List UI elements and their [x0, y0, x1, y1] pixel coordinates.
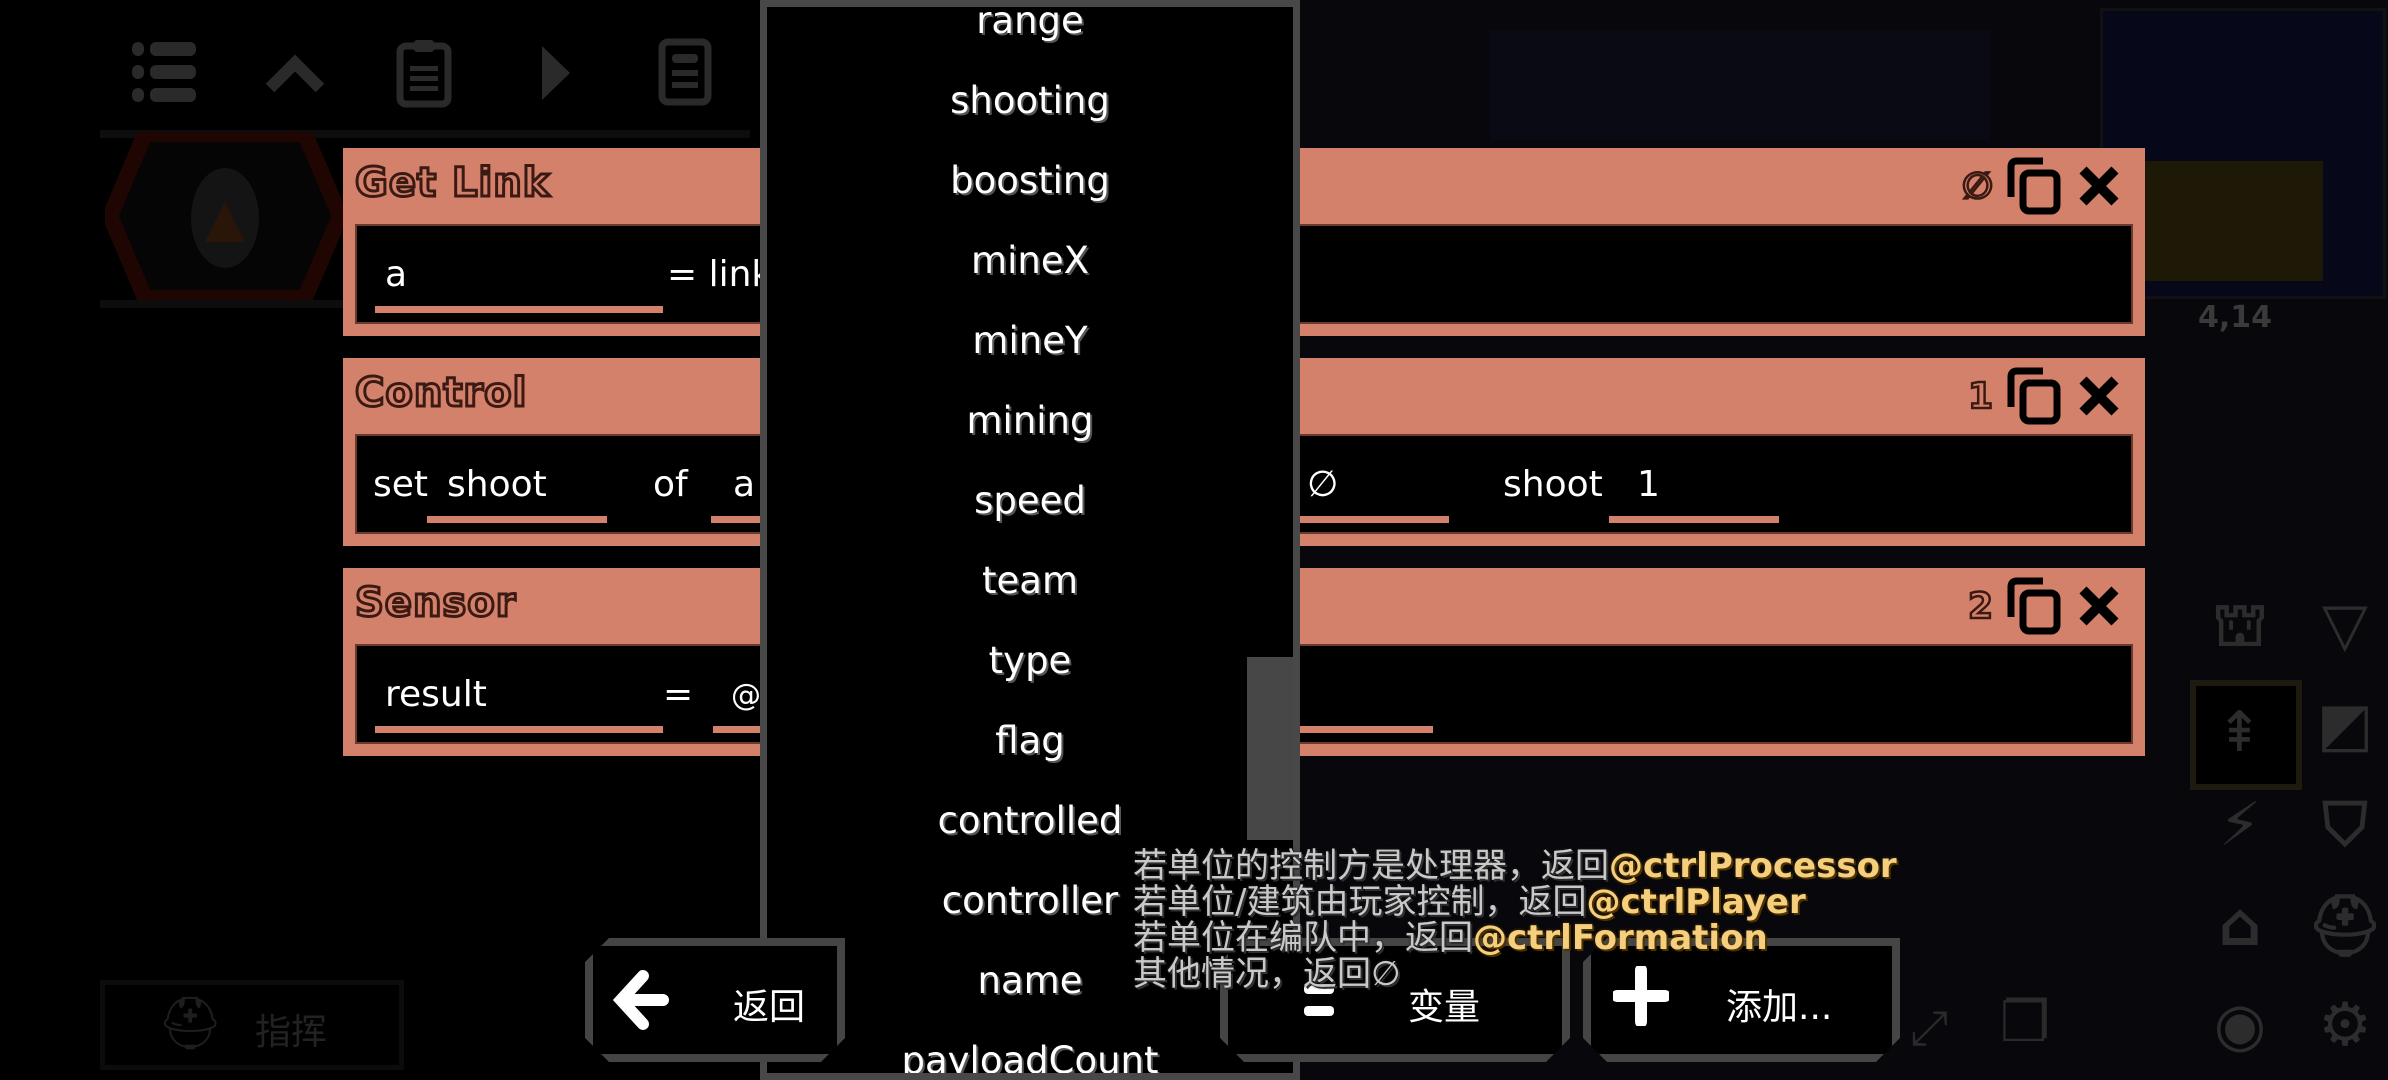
copy-icon[interactable]: [2005, 367, 2063, 425]
link-operator: = link: [667, 254, 773, 295]
copy-icon[interactable]: [2005, 577, 2063, 635]
dropdown-scrollbar[interactable]: [1247, 657, 1293, 840]
command-icon: ⛑: [157, 994, 224, 1054]
shoot-value-field[interactable]: [1609, 516, 1779, 523]
clipboard-icon[interactable]: [390, 38, 460, 108]
shoot-value[interactable]: 1: [1637, 464, 1660, 505]
factory-category-icon[interactable]: ⌂: [2200, 890, 2280, 960]
dropdown-item-boosting[interactable]: boosting: [767, 159, 1293, 202]
list-icon[interactable]: [130, 38, 200, 108]
command-button[interactable]: ⛑ 指挥: [100, 980, 404, 1070]
minimap-structure: [2143, 161, 2323, 281]
expand-icon[interactable]: ⤢: [1910, 1000, 1948, 1057]
block-title: Control: [353, 369, 528, 418]
tooltip-line: 若单位/建筑由玩家控制，返回@ctrlPlayer: [1133, 882, 1806, 922]
play-icon[interactable]: [520, 38, 590, 108]
units-category-icon[interactable]: ⛑: [2305, 890, 2385, 961]
back-label: 返回: [733, 987, 806, 1028]
copy-icon[interactable]: [2005, 157, 2063, 215]
distribution-category-icon[interactable]: ◩: [2305, 690, 2385, 760]
tooltip-line: 若单位在编队中，返回@ctrlFormation: [1133, 918, 1768, 958]
effect-category-icon[interactable]: ◉: [2200, 990, 2280, 1060]
block-title: Get Link: [353, 159, 551, 208]
settings-category-icon[interactable]: ⚙: [2305, 990, 2385, 1060]
dropdown-item-range[interactable]: range: [767, 7, 1293, 42]
dropdown-item-miney[interactable]: mineY: [767, 319, 1293, 362]
unit-portrait: [105, 132, 345, 300]
dropdown-item-type[interactable]: type: [767, 639, 1293, 682]
control-property-value[interactable]: shoot: [447, 464, 547, 505]
dropdown-item-shooting[interactable]: shooting: [767, 79, 1293, 122]
document-icon[interactable]: [650, 38, 720, 108]
sensor-result-value[interactable]: result: [385, 674, 487, 715]
tooltip-line: 若单位的控制方是处理器，返回@ctrlProcessor: [1133, 846, 1897, 886]
of-label: of: [653, 464, 688, 505]
link-variable-field[interactable]: [375, 306, 663, 313]
block-title: Sensor: [353, 579, 517, 628]
command-label: 指挥: [255, 1012, 328, 1053]
chevron-up-icon[interactable]: [260, 38, 330, 108]
map-tiles: [1490, 30, 1990, 140]
control-x-field[interactable]: [1297, 516, 1449, 523]
close-icon[interactable]: [2075, 162, 2123, 210]
dropdown-item-mining[interactable]: mining: [767, 399, 1293, 442]
property-tooltip: 若单位的控制方是处理器，返回@ctrlProcessor 若单位/建筑由玩家控制…: [1133, 848, 1897, 992]
dropdown-item-team[interactable]: team: [767, 559, 1293, 602]
power-category-icon[interactable]: ⚡: [2200, 790, 2280, 860]
control-unit-value[interactable]: a: [733, 464, 755, 505]
close-icon[interactable]: [2075, 372, 2123, 420]
turret-category-icon[interactable]: ⛫: [2200, 590, 2280, 668]
dropdown-item-speed[interactable]: speed: [767, 479, 1293, 522]
logic-category-icon: ⇞: [2216, 700, 2263, 765]
sensor-result-field[interactable]: [375, 726, 663, 733]
control-x-value[interactable]: ∅: [1307, 464, 1338, 505]
coordinates-readout: 4,14: [2198, 300, 2273, 335]
defense-category-icon[interactable]: ⛉: [2305, 790, 2385, 860]
link-variable-value[interactable]: a: [385, 254, 407, 295]
logic-category-button[interactable]: ⇞: [2190, 680, 2302, 790]
block-index: 2: [1967, 584, 1995, 628]
set-label: set: [373, 464, 429, 505]
block-index: 1: [1967, 374, 1995, 418]
copy-schematic-icon[interactable]: ❐: [2000, 990, 2050, 1055]
back-button[interactable]: 返回: [585, 938, 845, 1062]
dropdown-item-flag[interactable]: flag: [767, 719, 1293, 762]
dropdown-item-payloadcount[interactable]: payloadCount: [767, 1039, 1293, 1073]
control-property-field[interactable]: [427, 516, 607, 523]
dropdown-item-controlled[interactable]: controlled: [767, 799, 1293, 842]
equals-label: =: [663, 674, 694, 715]
close-icon[interactable]: [2075, 582, 2123, 630]
dropdown-item-minex[interactable]: mineX: [767, 239, 1293, 282]
tooltip-line: 其他情况，返回∅: [1133, 954, 1401, 994]
block-index: ∅: [1961, 164, 1994, 208]
shoot-label: shoot: [1503, 464, 1603, 505]
drill-category-icon[interactable]: ▽: [2305, 590, 2385, 660]
arrow-left-icon: [613, 970, 669, 1030]
